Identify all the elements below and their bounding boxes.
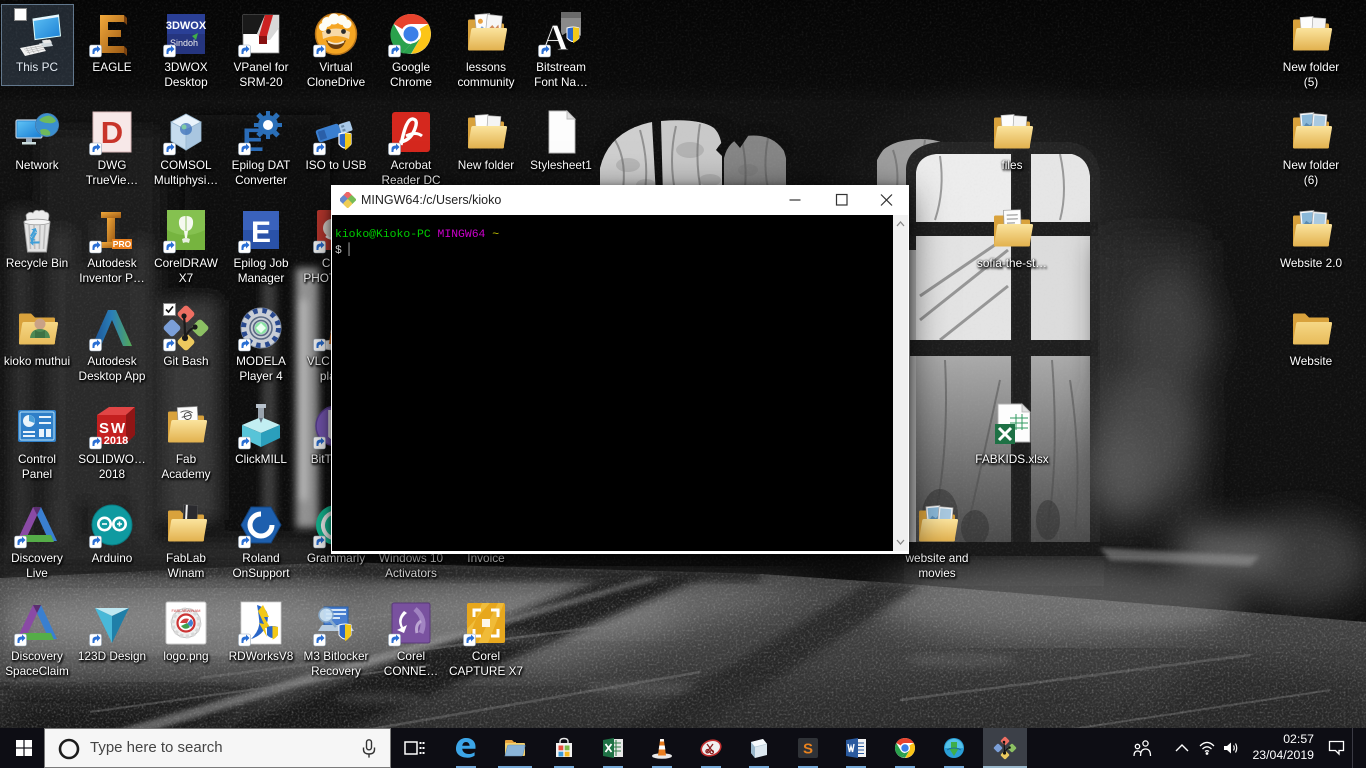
svg-text:S: S [803,741,813,758]
